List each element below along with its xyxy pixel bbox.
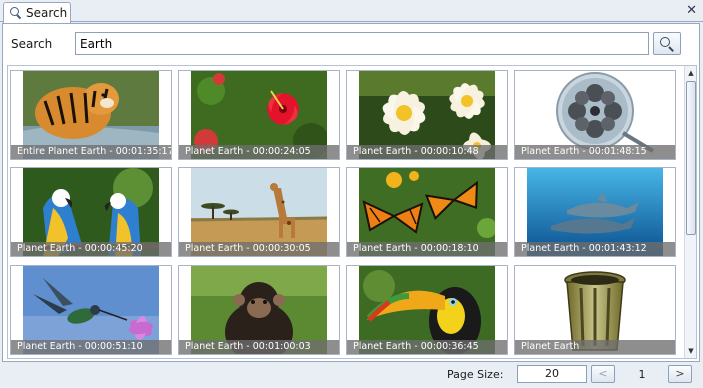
- search-button[interactable]: [653, 32, 681, 55]
- result-item[interactable]: Planet Earth - 00:01:48:15: [514, 70, 676, 160]
- result-item[interactable]: Planet Earth - 00:00:45:20: [10, 167, 172, 257]
- search-panel: Search Entire Planet Earth - 00:01:35:17…: [2, 23, 700, 362]
- result-caption: Planet Earth - 00:00:30:05: [179, 242, 339, 256]
- result-caption: Planet Earth: [515, 340, 675, 354]
- current-page-number: 1: [638, 368, 646, 381]
- result-item[interactable]: Planet Earth: [514, 265, 676, 355]
- tab-search[interactable]: Search: [3, 2, 71, 23]
- result-caption: Planet Earth - 00:00:45:20: [11, 242, 171, 256]
- previous-page-button[interactable]: <: [591, 365, 615, 383]
- result-caption: Planet Earth - 00:00:18:10: [347, 242, 507, 256]
- result-caption: Planet Earth - 00:00:51:10: [11, 340, 171, 354]
- result-item[interactable]: Planet Earth - 00:00:30:05: [178, 167, 340, 257]
- result-item[interactable]: Planet Earth - 00:00:18:10: [346, 167, 508, 257]
- page-size-label: Page Size:: [447, 368, 504, 381]
- scroll-down-arrow-icon[interactable]: ▼: [685, 344, 696, 358]
- result-caption: Entire Planet Earth - 00:01:35:17: [11, 145, 171, 159]
- search-icon: [10, 7, 22, 19]
- close-icon[interactable]: ✕: [686, 3, 697, 19]
- result-caption: Planet Earth - 00:00:10:48: [347, 145, 507, 159]
- result-caption: Planet Earth - 00:01:00:03: [179, 340, 339, 354]
- result-caption: Planet Earth - 00:00:36:45: [347, 340, 507, 354]
- page-size-input[interactable]: 20: [517, 365, 587, 383]
- result-item[interactable]: Planet Earth - 00:00:24:05: [178, 70, 340, 160]
- search-icon: [660, 36, 674, 51]
- result-caption: Planet Earth - 00:00:24:05: [179, 145, 339, 159]
- tab-label: Search: [26, 6, 68, 20]
- search-input[interactable]: [75, 32, 649, 55]
- vertical-scrollbar[interactable]: ▲ ▼: [684, 66, 696, 358]
- search-window: Search ✕ Search Entire Planet Earth - 00…: [0, 0, 703, 388]
- next-page-button[interactable]: >: [668, 365, 692, 383]
- result-item[interactable]: Planet Earth - 00:00:10:48: [346, 70, 508, 160]
- search-label: Search: [11, 37, 53, 51]
- scroll-up-arrow-icon[interactable]: ▲: [685, 66, 696, 80]
- result-item[interactable]: Planet Earth - 00:01:43:12: [514, 167, 676, 257]
- result-item[interactable]: Entire Planet Earth - 00:01:35:17: [10, 70, 172, 160]
- results-list: Entire Planet Earth - 00:01:35:17 Planet …: [7, 65, 697, 359]
- result-caption: Planet Earth - 00:01:43:12: [515, 242, 675, 256]
- result-item[interactable]: Planet Earth - 00:00:36:45: [346, 265, 508, 355]
- result-item[interactable]: Planet Earth - 00:01:00:03: [178, 265, 340, 355]
- result-item[interactable]: Planet Earth - 00:00:51:10: [10, 265, 172, 355]
- result-caption: Planet Earth - 00:01:48:15: [515, 145, 675, 159]
- scrollbar-thumb[interactable]: [686, 81, 696, 235]
- tab-strip: Search ✕: [0, 0, 703, 23]
- pager-bar: Page Size: 20 < 1 >: [0, 362, 703, 388]
